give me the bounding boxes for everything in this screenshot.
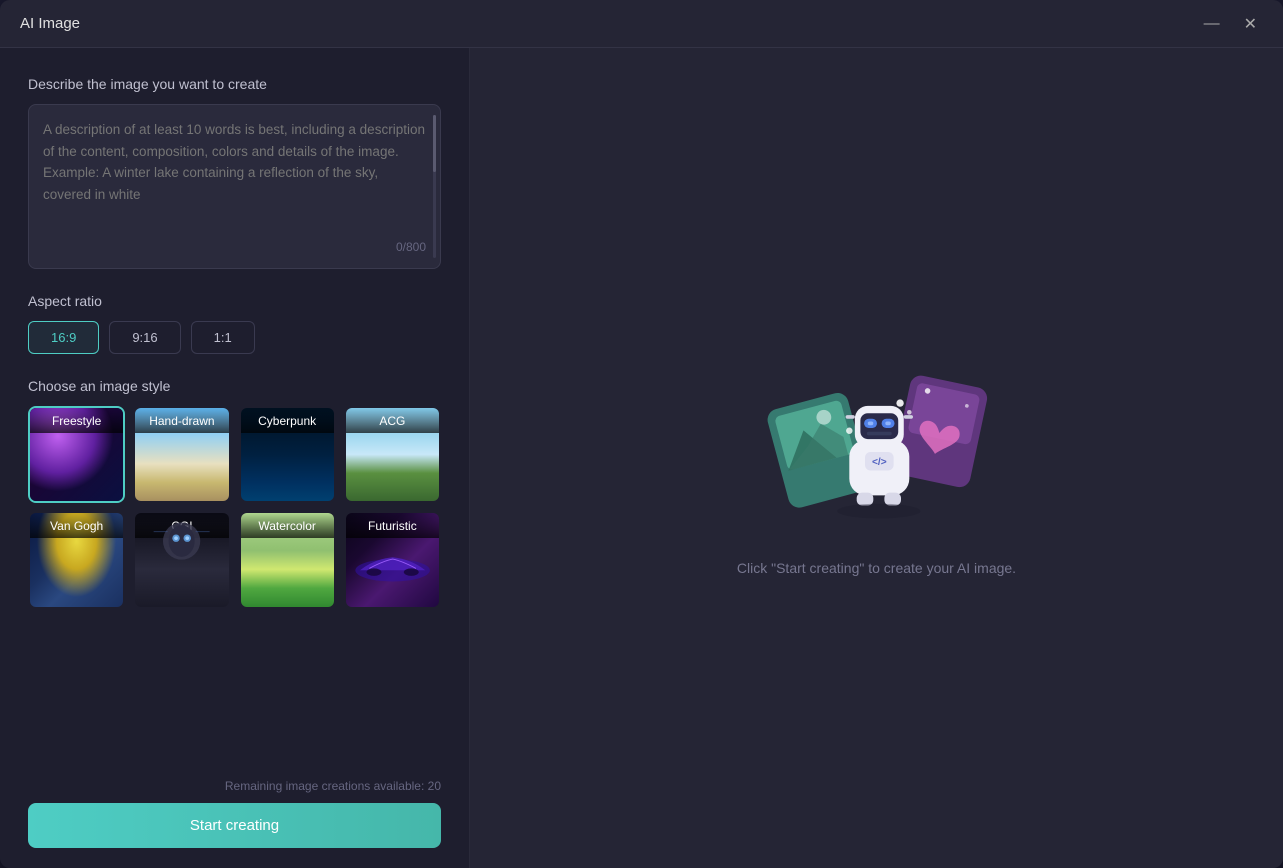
style-thumbnail-vangogh: Van Gogh bbox=[30, 513, 123, 606]
style-name-cyberpunk: Cyberpunk bbox=[241, 408, 334, 433]
style-thumbnail-cyberpunk: Cyberpunk bbox=[241, 408, 334, 501]
style-thumbnail-futuristic: Futuristic bbox=[346, 513, 439, 606]
start-creating-button[interactable]: Start creating bbox=[28, 803, 441, 848]
description-label: Describe the image you want to create bbox=[28, 76, 441, 92]
main-content: Describe the image you want to create 0/… bbox=[0, 48, 1283, 868]
ai-illustration: </> bbox=[757, 340, 997, 540]
description-textarea[interactable] bbox=[43, 119, 426, 229]
style-item-vangogh[interactable]: Van Gogh bbox=[28, 511, 125, 608]
style-item-acg[interactable]: ACG bbox=[344, 406, 441, 503]
style-item-cyberpunk[interactable]: Cyberpunk bbox=[239, 406, 336, 503]
app-window: AI Image — ✕ Describe the image you want… bbox=[0, 0, 1283, 868]
style-thumbnail-acg: ACG bbox=[346, 408, 439, 501]
aspect-ratio-section: Aspect ratio 16:9 9:16 1:1 bbox=[28, 293, 441, 354]
illustration-svg: </> bbox=[757, 335, 997, 545]
char-count: 0/800 bbox=[43, 240, 426, 254]
bottom-section: Remaining image creations available: 20 … bbox=[28, 763, 441, 848]
hint-text: Click "Start creating" to create your AI… bbox=[737, 560, 1016, 576]
style-item-freestyle[interactable]: Freestyle bbox=[28, 406, 125, 503]
style-item-cgi[interactable]: CGI bbox=[133, 511, 230, 608]
style-section: Choose an image style Freestyle Hand-dra… bbox=[28, 378, 441, 763]
style-thumbnail-freestyle: Freestyle bbox=[30, 408, 123, 501]
style-name-freestyle: Freestyle bbox=[30, 408, 123, 433]
style-item-watercolor[interactable]: Watercolor bbox=[239, 511, 336, 608]
ar-btn-9-16[interactable]: 9:16 bbox=[109, 321, 180, 354]
ar-btn-16-9[interactable]: 16:9 bbox=[28, 321, 99, 354]
remaining-text: Remaining image creations available: 20 bbox=[28, 779, 441, 793]
aspect-ratio-label: Aspect ratio bbox=[28, 293, 441, 309]
minimize-button[interactable]: — bbox=[1198, 10, 1226, 38]
scrollbar-indicator bbox=[433, 115, 436, 258]
style-name-handdrawn: Hand-drawn bbox=[135, 408, 228, 433]
style-name-watercolor: Watercolor bbox=[241, 513, 334, 538]
aspect-ratio-buttons: 16:9 9:16 1:1 bbox=[28, 321, 441, 354]
cgi-svg bbox=[135, 513, 228, 583]
window-title: AI Image bbox=[20, 15, 80, 32]
left-panel: Describe the image you want to create 0/… bbox=[0, 48, 470, 868]
style-thumbnail-watercolor: Watercolor bbox=[241, 513, 334, 606]
style-grid: Freestyle Hand-drawn Cyberpunk bbox=[28, 406, 441, 609]
svg-text:</>: </> bbox=[871, 457, 886, 468]
textarea-wrapper: 0/800 bbox=[28, 104, 441, 269]
style-item-handdrawn[interactable]: Hand-drawn bbox=[133, 406, 230, 503]
scrollbar-thumb bbox=[433, 115, 436, 172]
title-bar-controls: — ✕ bbox=[1198, 10, 1263, 38]
ar-btn-1-1[interactable]: 1:1 bbox=[191, 321, 255, 354]
style-name-acg: ACG bbox=[346, 408, 439, 433]
style-name-vangogh: Van Gogh bbox=[30, 513, 123, 538]
futuristic-svg bbox=[346, 533, 439, 589]
style-thumbnail-cgi: CGI bbox=[135, 513, 228, 606]
close-button[interactable]: ✕ bbox=[1238, 10, 1263, 38]
style-label: Choose an image style bbox=[28, 378, 441, 394]
title-bar: AI Image — ✕ bbox=[0, 0, 1283, 48]
right-panel: </> Click "Start creating" to create you… bbox=[470, 48, 1283, 868]
style-thumbnail-handdrawn: Hand-drawn bbox=[135, 408, 228, 501]
style-item-futuristic[interactable]: Futuristic bbox=[344, 511, 441, 608]
